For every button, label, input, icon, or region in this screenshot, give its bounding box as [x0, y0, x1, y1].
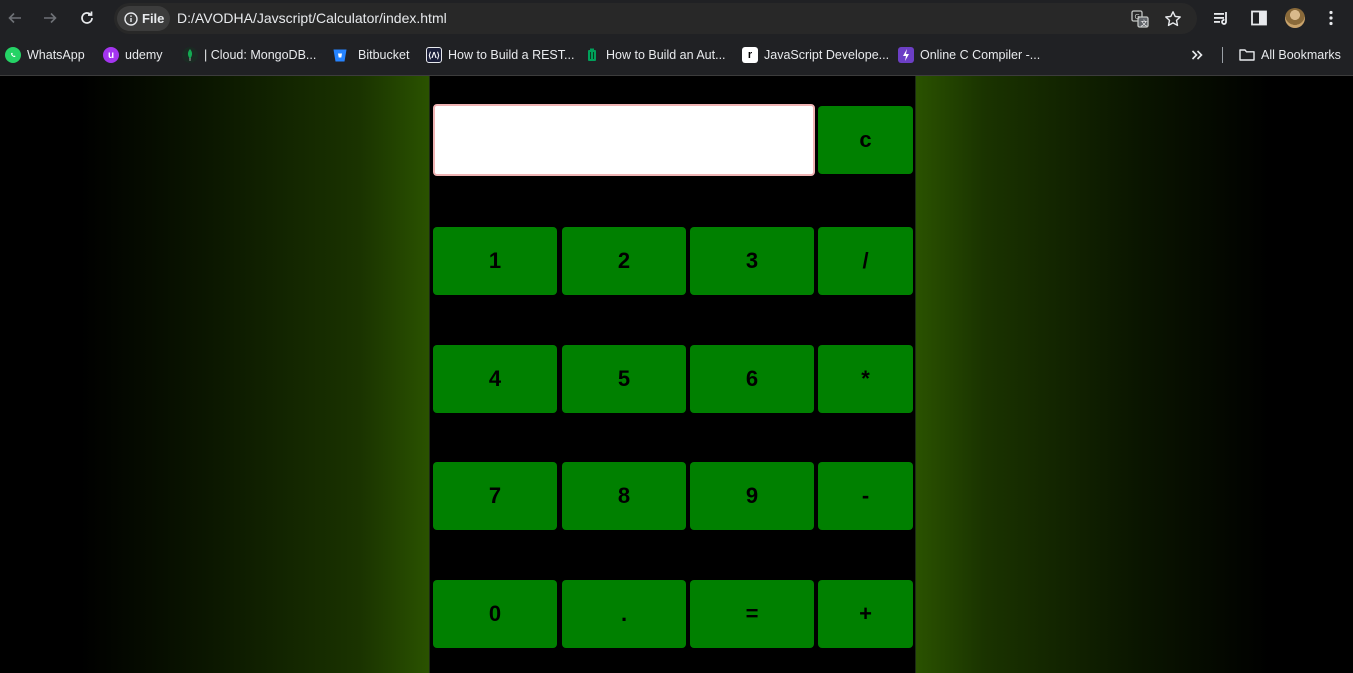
svg-text:文: 文: [1141, 19, 1148, 28]
digit-0-button[interactable]: 0: [433, 580, 557, 648]
translate-icon: G文: [1131, 10, 1149, 28]
bookmarks-overflow-button[interactable]: [1190, 45, 1204, 65]
arrow-left-icon: [8, 12, 21, 24]
avatar[interactable]: [1285, 8, 1305, 28]
chevron-double-right-icon: [1191, 50, 1203, 60]
decimal-button[interactable]: .: [562, 580, 686, 648]
url-text[interactable]: D:/AVODHA/Javscript/Calculator/index.htm…: [177, 10, 447, 26]
digit-6-button[interactable]: 6: [690, 345, 814, 413]
bookmark-label: WhatsApp: [27, 48, 85, 62]
reload-button[interactable]: [75, 6, 99, 30]
bookmark-star-button[interactable]: [1161, 7, 1185, 31]
udemy-icon: u: [103, 47, 119, 63]
site-info-chip[interactable]: File: [117, 6, 170, 31]
digit-3-button[interactable]: 3: [690, 227, 814, 295]
equals-button[interactable]: =: [690, 580, 814, 648]
reading-list-icon: [1214, 12, 1227, 25]
bolt-icon: [898, 47, 914, 63]
bin-icon: [584, 47, 600, 63]
bitbucket-icon: [332, 47, 348, 63]
kebab-menu-icon: [1329, 10, 1333, 26]
bookmark-label: udemy: [125, 48, 163, 62]
digit-2-button[interactable]: 2: [562, 227, 686, 295]
bookmark-label: JavaScript Develope...: [764, 48, 890, 62]
bookmark-mongodb[interactable]: | Cloud: MongoDB...: [182, 45, 316, 65]
bookmark-label: Online C Compiler -...: [920, 48, 1041, 62]
api-icon: ⟨Λ⟩: [426, 47, 442, 63]
bookmark-js-developer[interactable]: r JavaScript Develope...: [742, 45, 889, 65]
page-viewport: c 1 2 3 / 4 5 6 * 7 8 9 - 0 . = +: [0, 76, 1353, 673]
calculator: c 1 2 3 / 4 5 6 * 7 8 9 - 0 . = +: [429, 76, 916, 673]
add-button[interactable]: +: [818, 580, 913, 648]
subtract-button[interactable]: -: [818, 462, 913, 530]
bookmark-label: | Cloud: MongoDB...: [204, 48, 317, 62]
bookmark-label: How to Build an Aut...: [606, 48, 726, 62]
digit-7-button[interactable]: 7: [433, 462, 557, 530]
digit-1-button[interactable]: 1: [433, 227, 557, 295]
multiply-button[interactable]: *: [818, 345, 913, 413]
digit-5-button[interactable]: 5: [562, 345, 686, 413]
browser-toolbar: File D:/AVODHA/Javscript/Calculator/inde…: [0, 0, 1353, 36]
calculator-display[interactable]: [433, 104, 815, 176]
bookmark-bitbucket[interactable]: Bitbucket: [332, 45, 409, 65]
bookmark-rest-api[interactable]: ⟨Λ⟩ How to Build a REST...: [426, 45, 574, 65]
bookmark-label: Bitbucket: [358, 48, 410, 62]
all-bookmarks-label: All Bookmarks: [1261, 48, 1341, 62]
star-icon: [1165, 11, 1181, 27]
back-button[interactable]: [3, 6, 27, 30]
bookmarks-divider: [1222, 47, 1223, 63]
reload-icon: [81, 11, 93, 24]
bookmark-label: How to Build a REST...: [448, 48, 575, 62]
side-panel-button[interactable]: [1247, 6, 1271, 30]
digit-9-button[interactable]: 9: [690, 462, 814, 530]
scheme-label: File: [142, 11, 165, 26]
arrow-right-icon: [44, 12, 57, 24]
r-icon: r: [742, 47, 758, 63]
clear-button[interactable]: c: [818, 106, 913, 174]
folder-icon: [1239, 47, 1255, 63]
digit-4-button[interactable]: 4: [433, 345, 557, 413]
reading-list-button[interactable]: [1210, 6, 1234, 30]
bookmark-udemy[interactable]: u udemy: [103, 45, 163, 65]
svg-text:G: G: [1135, 13, 1140, 21]
divide-button[interactable]: /: [818, 227, 913, 295]
info-icon: [124, 11, 138, 26]
all-bookmarks-button[interactable]: All Bookmarks: [1239, 45, 1341, 65]
side-panel-icon: [1251, 10, 1267, 26]
whatsapp-icon: [5, 47, 21, 63]
bookmark-whatsapp[interactable]: WhatsApp: [5, 45, 85, 65]
bookmark-online-c-compiler[interactable]: Online C Compiler -...: [898, 45, 1040, 65]
translate-button[interactable]: G文: [1128, 7, 1152, 31]
forward-button[interactable]: [38, 6, 62, 30]
bookmarks-bar: WhatsApp u udemy | Cloud: MongoDB... Bit…: [0, 36, 1353, 76]
mongodb-icon: [182, 47, 198, 63]
address-bar[interactable]: File D:/AVODHA/Javscript/Calculator/inde…: [114, 3, 1197, 34]
digit-8-button[interactable]: 8: [562, 462, 686, 530]
browser-menu-button[interactable]: [1319, 6, 1343, 30]
bookmark-auth-app[interactable]: How to Build an Aut...: [584, 45, 726, 65]
